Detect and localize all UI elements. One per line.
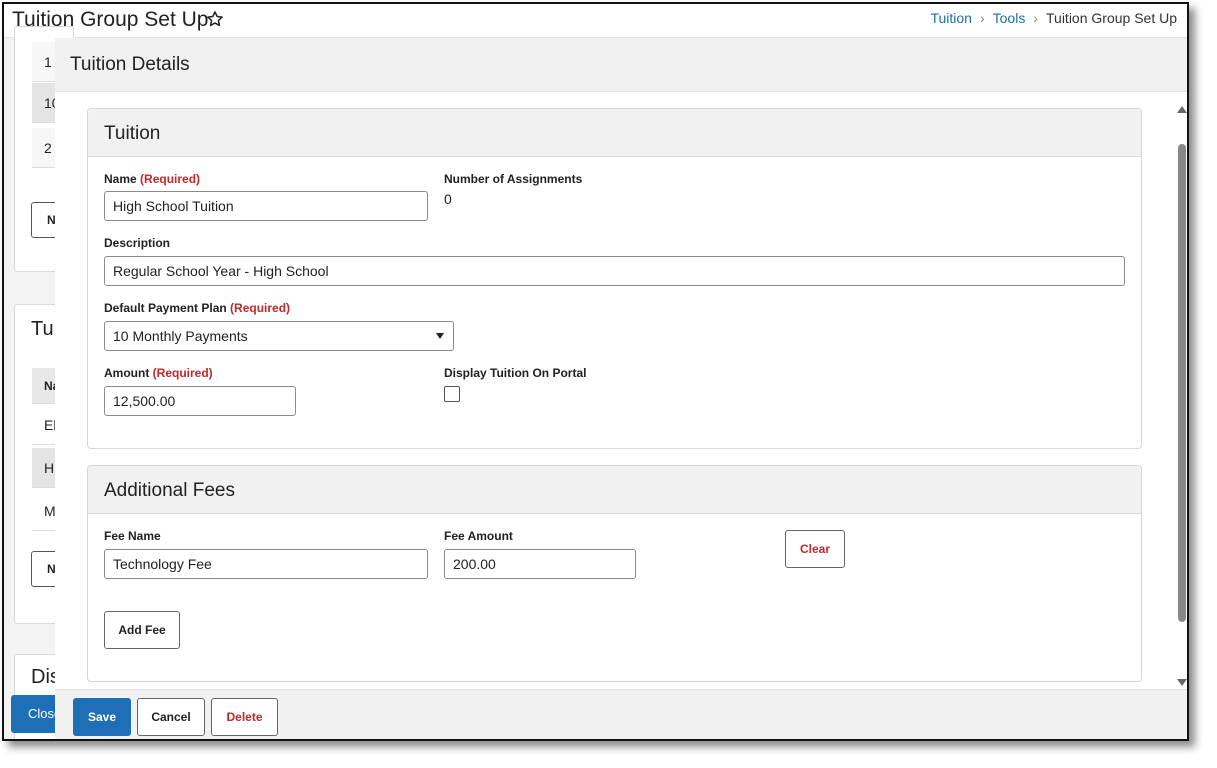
top-header: Tuition Group Set Up Tuition › Tools › T… [4, 4, 1187, 38]
breadcrumb-link-tools[interactable]: Tools [993, 10, 1026, 26]
add-fee-button[interactable]: Add Fee [104, 611, 180, 649]
payment-plan-selected-value: 10 Monthly Payments [113, 328, 248, 344]
breadcrumb: Tuition › Tools › Tuition Group Set Up [930, 10, 1177, 26]
scroll-down-arrow-icon[interactable] [1177, 679, 1187, 686]
amount-label: Amount (Required) [104, 366, 213, 380]
tuition-section-heading: Tuition [88, 109, 1141, 157]
panel-title: Tuition Details [70, 54, 190, 75]
caret-down-icon [436, 333, 444, 339]
name-label: Name (Required) [104, 172, 200, 186]
amount-label-text: Amount [104, 366, 150, 380]
required-indicator: (Required) [140, 172, 201, 186]
clear-button[interactable]: Clear [785, 530, 845, 568]
assignments-value: 0 [444, 191, 452, 207]
name-input[interactable]: High School Tuition [104, 191, 428, 221]
scroll-up-arrow-icon[interactable] [1177, 106, 1187, 113]
tuition-details-panel: Tuition Details Tuition Name (Required) … [55, 38, 1187, 739]
cancel-button[interactable]: Cancel [137, 698, 205, 736]
star-outline-icon[interactable] [205, 8, 225, 30]
panel-header: Tuition Details [55, 38, 1187, 92]
panel-body: Tuition Name (Required) High School Tuit… [55, 92, 1187, 689]
name-label-text: Name [104, 172, 137, 186]
fee-amount-input[interactable]: 200.00 [444, 549, 636, 579]
assignments-label: Number of Assignments [444, 172, 583, 186]
description-input[interactable]: Regular School Year - High School [104, 256, 1125, 286]
save-button[interactable]: Save [73, 698, 131, 736]
panel-footer: Save Cancel Delete [55, 689, 1187, 739]
required-indicator: (Required) [152, 366, 213, 380]
fee-name-label: Fee Name [104, 529, 161, 543]
description-label: Description [104, 236, 171, 250]
scroll-thumb[interactable] [1178, 144, 1186, 622]
chevron-right-icon: › [1033, 10, 1038, 26]
payment-plan-select[interactable]: 10 Monthly Payments [104, 321, 454, 351]
breadcrumb-current: Tuition Group Set Up [1046, 10, 1177, 26]
fee-amount-label: Fee Amount [444, 529, 513, 543]
display-portal-label: Display Tuition On Portal [444, 366, 587, 380]
chevron-right-icon: › [979, 10, 985, 26]
additional-fees-heading: Additional Fees [88, 466, 1141, 514]
fee-name-input[interactable]: Technology Fee [104, 549, 428, 579]
amount-input[interactable]: 12,500.00 [104, 386, 296, 416]
payment-plan-label: Default Payment Plan (Required) [104, 301, 290, 315]
display-portal-checkbox[interactable] [444, 386, 460, 402]
required-indicator: (Required) [230, 301, 291, 315]
breadcrumb-link-tuition[interactable]: Tuition [930, 10, 972, 26]
app-window: Tuition Group Set Up Tuition › Tools › T… [2, 2, 1189, 741]
additional-fees-section: Additional Fees Fee Name Technology Fee … [87, 465, 1142, 682]
payment-plan-label-text: Default Payment Plan [104, 301, 227, 315]
panel-scrollbar[interactable] [1175, 100, 1187, 690]
tuition-section: Tuition Name (Required) High School Tuit… [87, 108, 1142, 449]
delete-button[interactable]: Delete [211, 698, 278, 736]
